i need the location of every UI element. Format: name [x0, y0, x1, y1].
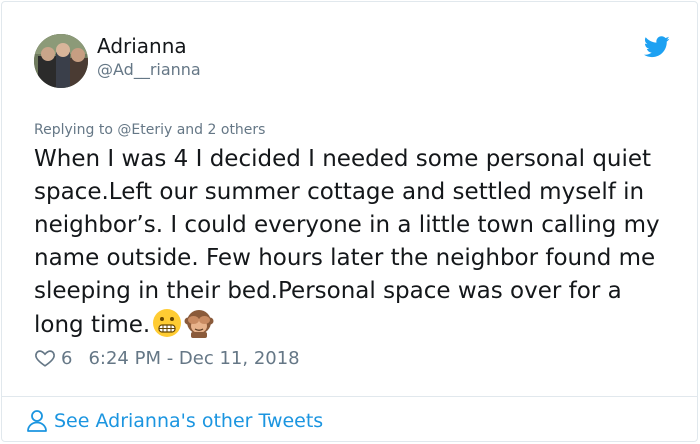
timestamp[interactable]: 6:24 PM - Dec 11, 2018: [88, 348, 299, 369]
avatar[interactable]: [34, 34, 88, 88]
person-icon: [27, 410, 47, 432]
see-no-evil-monkey-emoji: [184, 310, 214, 338]
reply-suffix[interactable]: and 2 others: [172, 122, 266, 138]
like-count[interactable]: 6: [61, 348, 72, 369]
tweet-meta: 6 6:24 PM - Dec 11, 2018: [34, 345, 300, 371]
reply-prefix: Replying to: [34, 122, 118, 138]
grimacing-face-emoji: [153, 309, 182, 337]
see-other-tweets-label[interactable]: See Adrianna's other Tweets: [54, 410, 323, 432]
reply-to-link[interactable]: @Eteriy: [117, 122, 172, 138]
tweet-text: When I was 4 I decided I needed some per…: [34, 146, 660, 338]
tweet-card: Adrianna @Ad__rianna Replying to @Eteriy…: [1, 1, 698, 442]
divider: [2, 396, 697, 397]
author-name[interactable]: Adrianna: [97, 34, 187, 58]
twitter-bird-icon[interactable]: [644, 36, 670, 58]
heart-icon[interactable]: [34, 347, 56, 369]
avatar-photo: [34, 34, 88, 88]
tweet-text-container: When I was 4 I decided I needed some per…: [34, 143, 674, 342]
reply-context: Replying to @Eteriy and 2 others: [34, 122, 265, 138]
author-handle[interactable]: @Ad__rianna: [97, 60, 201, 79]
see-other-tweets-link[interactable]: See Adrianna's other Tweets: [26, 407, 323, 435]
